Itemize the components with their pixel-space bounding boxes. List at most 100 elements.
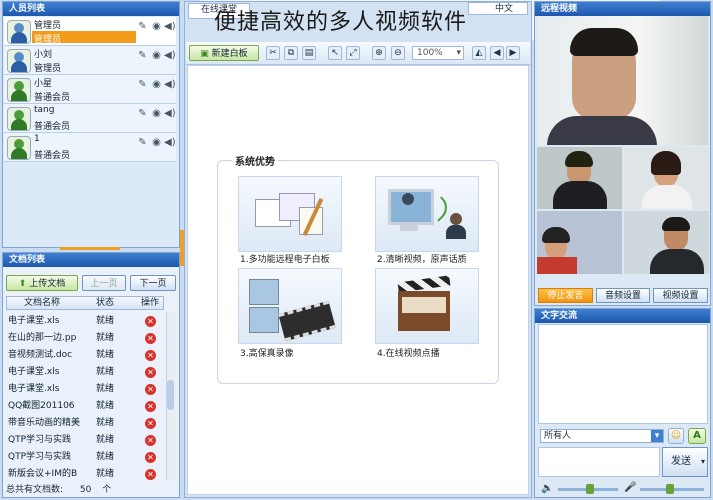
audio-settings-button[interactable]: 音频设置 (596, 288, 650, 303)
col-doc-name[interactable]: 文档名称 (7, 297, 77, 310)
doc-name: 电子课堂.xls (8, 384, 60, 394)
next-page-icon[interactable]: ▶ (506, 46, 520, 60)
delete-icon[interactable]: ✕ (145, 384, 156, 395)
camera-icon[interactable]: ◉ (151, 50, 162, 61)
doc-row[interactable]: QTP学习与实践 就绪 ✕ (6, 432, 164, 450)
camera-icon[interactable]: ◉ (151, 21, 162, 32)
microphone-icon[interactable]: 🎤 (624, 482, 636, 493)
cut-icon[interactable]: ✂ (266, 46, 280, 60)
microphone-icon[interactable]: ✎ (137, 21, 148, 32)
doc-name: 音视频测试.doc (8, 350, 73, 360)
speaker-icon[interactable]: ◀) (164, 108, 176, 119)
video-tile-4[interactable] (624, 211, 709, 274)
delete-icon[interactable]: ✕ (145, 401, 156, 412)
delete-icon[interactable]: ✕ (145, 367, 156, 378)
chevron-down-icon: ▾ (456, 48, 461, 58)
next-page-button[interactable]: 下一页 (130, 275, 176, 291)
feature-card-video[interactable] (375, 176, 479, 252)
doc-row[interactable]: 音视频测试.doc 就绪 ✕ (6, 347, 164, 365)
video-settings-button[interactable]: 视频设置 (653, 288, 708, 303)
video-call-icon (384, 185, 470, 245)
video-tile-2[interactable] (624, 147, 709, 209)
zoom-out-icon[interactable]: ⊖ (391, 46, 405, 60)
doc-status: 就绪 (96, 350, 115, 360)
speaker-icon[interactable]: ◀) (164, 79, 176, 90)
feature-label-3: 3.高保真录像 (240, 349, 294, 359)
stop-speaking-button[interactable]: 停止发言 (538, 288, 593, 303)
video-tile-1[interactable] (537, 147, 622, 209)
chat-input[interactable] (538, 447, 660, 477)
zoom-in-icon[interactable]: ⊕ (372, 46, 386, 60)
camera-icon[interactable]: ◉ (151, 79, 162, 90)
user-avatar-icon (7, 20, 31, 44)
delete-icon[interactable]: ✕ (145, 316, 156, 327)
col-status[interactable]: 状态 (85, 297, 125, 310)
speaker-volume-thumb[interactable] (586, 484, 594, 494)
user-item[interactable]: 小刘 管理员 ✎ ◉ ◀) (4, 46, 176, 75)
speaker-icon[interactable]: 🔈 (541, 483, 553, 494)
main-video[interactable] (537, 16, 708, 145)
delete-icon[interactable]: ✕ (145, 350, 156, 361)
speaker-icon[interactable]: ◀) (164, 50, 176, 61)
feature-card-vod[interactable] (375, 268, 479, 344)
doc-scroll-thumb[interactable] (167, 380, 174, 410)
speaker-icon[interactable]: ◀) (164, 21, 176, 32)
delete-icon[interactable]: ✕ (145, 452, 156, 463)
doc-row[interactable]: 电子课堂.xls 就绪 ✕ (6, 381, 164, 399)
doc-row[interactable]: 在山的那一边.pp 就绪 ✕ (6, 330, 164, 348)
emoji-icon[interactable]: ☺ (668, 428, 684, 444)
doc-row[interactable]: 带音乐动画的精美 就绪 ✕ (6, 415, 164, 433)
doc-row[interactable]: QTP学习与实践 就绪 ✕ (6, 449, 164, 467)
font-button[interactable]: A (688, 428, 706, 444)
user-list-divider[interactable] (60, 247, 120, 250)
user-item[interactable]: 管理员 管理员 ✎ ◉ ◀) (4, 17, 176, 46)
zoom-select[interactable]: 100% ▾ (412, 46, 464, 60)
prev-page-button[interactable]: 上一页 (82, 275, 126, 291)
microphone-icon[interactable]: ✎ (137, 108, 148, 119)
doc-status: 就绪 (96, 452, 115, 462)
language-select[interactable]: 中文 (468, 2, 528, 15)
resize-icon[interactable]: ⤢ (346, 46, 360, 60)
col-action[interactable]: 操作 (135, 297, 165, 310)
microphone-icon[interactable]: ✎ (137, 50, 148, 61)
new-whiteboard-button[interactable]: ▣ 新建白板 (189, 45, 259, 61)
camera-icon[interactable]: ◉ (151, 137, 162, 148)
feature-card-recording[interactable] (238, 268, 342, 344)
features-title: 系统优势 (232, 153, 278, 168)
upload-doc-button[interactable]: ⬆ 上传文档 (6, 275, 78, 291)
pointer-icon[interactable]: ↖ (328, 46, 342, 60)
microphone-icon[interactable]: ✎ (137, 79, 148, 90)
previous-page-icon[interactable]: ◀ (490, 46, 504, 60)
video-tile-3[interactable] (537, 211, 622, 274)
whiteboard-icon (249, 189, 329, 241)
doc-row[interactable]: 电子课堂.xls 就绪 ✕ (6, 364, 164, 382)
delete-icon[interactable]: ✕ (145, 333, 156, 344)
doc-total-row: 总共有文档数: 50 个 (6, 482, 111, 495)
feature-card-whiteboard[interactable] (238, 176, 342, 252)
feature-label-4: 4.在线视频点播 (377, 349, 440, 359)
speaker-icon[interactable]: ◀) (164, 137, 176, 148)
chat-history[interactable] (538, 324, 708, 424)
delete-icon[interactable]: ✕ (145, 435, 156, 446)
doc-list-title: 文档列表 (3, 253, 179, 267)
send-button[interactable]: 发送 ▾ (662, 447, 708, 477)
microphone-icon[interactable]: ✎ (137, 137, 148, 148)
delete-icon[interactable]: ✕ (145, 469, 156, 480)
doc-name: QTP学习与实践 (8, 452, 72, 462)
doc-row[interactable]: 电子课堂.xls 就绪 ✕ (6, 313, 164, 331)
delete-icon[interactable]: ✕ (145, 418, 156, 429)
mic-volume-thumb[interactable] (666, 484, 674, 494)
doc-row[interactable]: QQ截图201106 就绪 ✕ (6, 398, 164, 416)
recipient-select[interactable]: 所有人 ▾ (540, 429, 664, 443)
doc-name: 带音乐动画的精美 (8, 418, 80, 428)
user-item[interactable]: 1 普通会员 ✎ ◉ ◀) (4, 133, 176, 162)
camera-icon[interactable]: ◉ (151, 108, 162, 119)
copy-icon[interactable]: ⧉ (284, 46, 298, 60)
doc-total-label: 总共有文档数: (6, 485, 64, 495)
doc-name: 电子课堂.xls (8, 367, 60, 377)
user-item[interactable]: 小星 普通会员 ✎ ◉ ◀) (4, 75, 176, 104)
user-name: 小刘 (34, 50, 53, 60)
paste-icon[interactable]: ▤ (302, 46, 316, 60)
user-item[interactable]: tang 普通会员 ✎ ◉ ◀) (4, 104, 176, 133)
fit-icon[interactable]: ◭ (472, 46, 486, 60)
